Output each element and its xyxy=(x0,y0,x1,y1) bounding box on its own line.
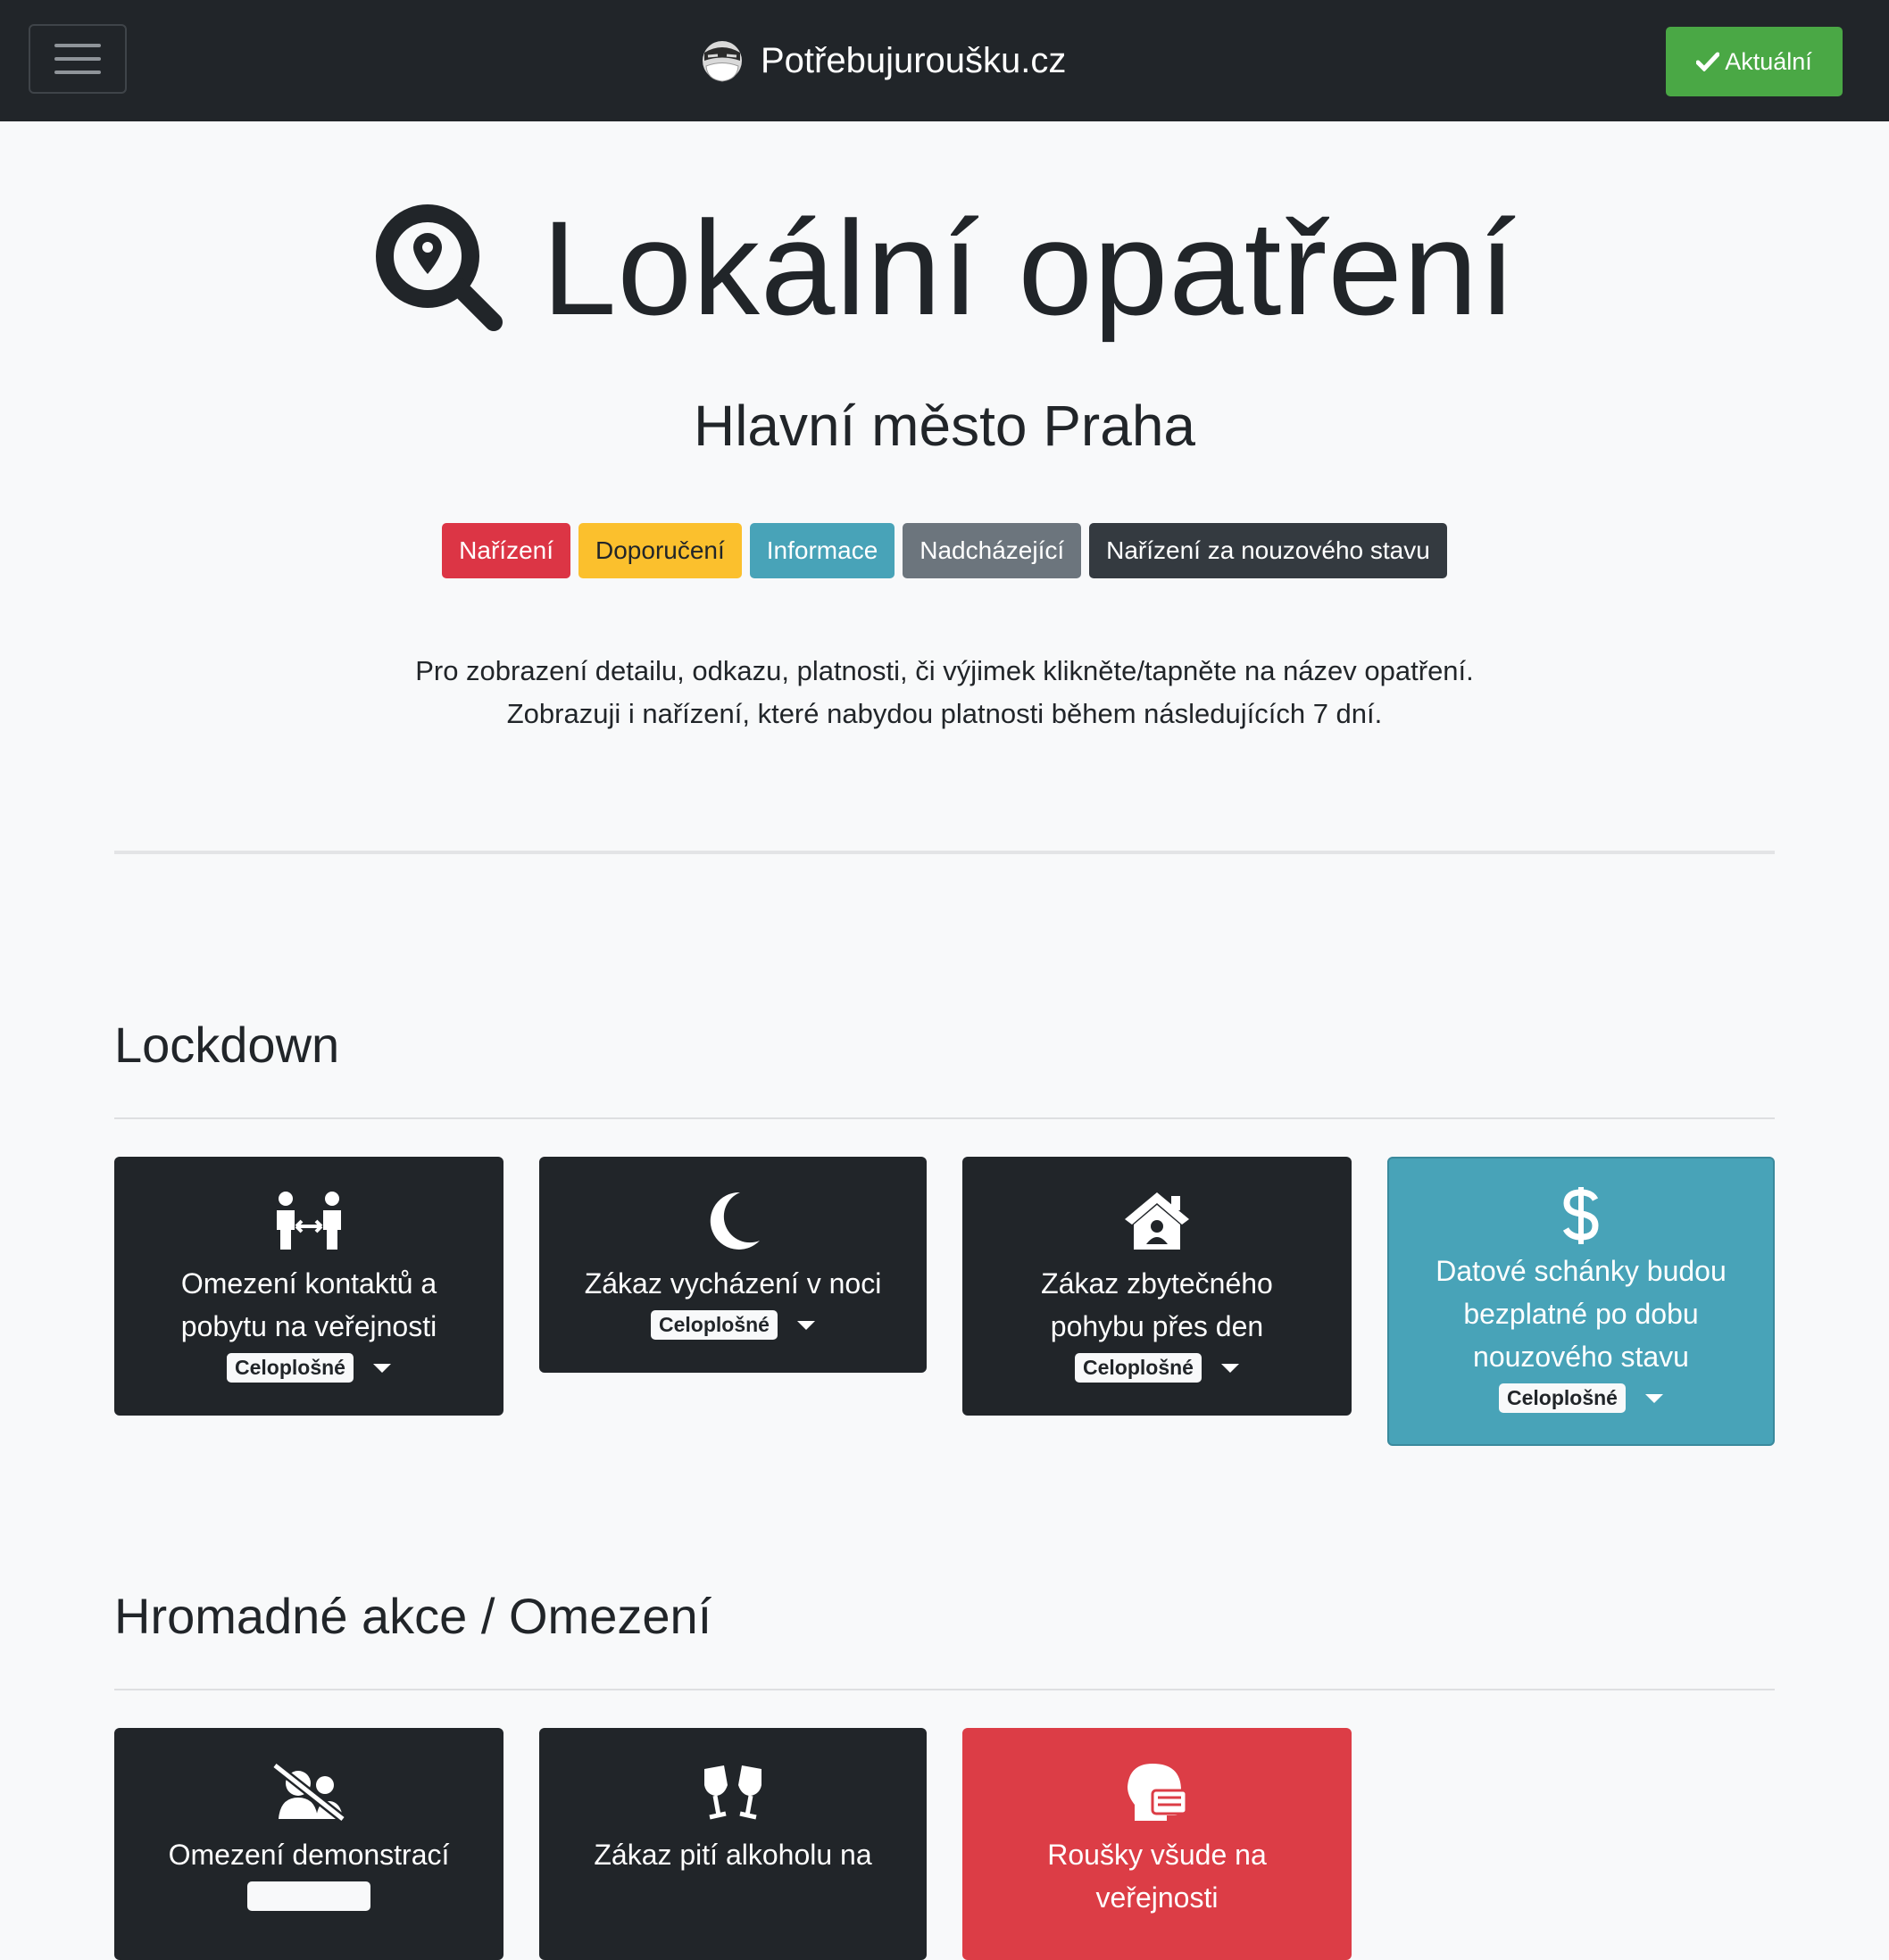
page-title-text: Lokální opatření xyxy=(542,192,1517,343)
people-distance-icon xyxy=(277,1192,341,1250)
scope-badge: Celoplošné xyxy=(651,1310,778,1340)
current-button[interactable]: Aktuální xyxy=(1666,27,1843,96)
legend-badge: Doporučení xyxy=(578,523,742,578)
legend-badge: Informace xyxy=(749,523,895,578)
measure-title: bezplatné po dobu xyxy=(1463,1298,1699,1330)
search-location-icon xyxy=(376,204,503,331)
measure-card[interactable]: Zákaz zbytečného pohybu přes den Celoplo… xyxy=(962,1157,1352,1416)
page-title: Lokální opatření xyxy=(0,187,1889,348)
measure-title: pohybu přes den xyxy=(1050,1310,1264,1342)
chevron-down-icon[interactable] xyxy=(1220,1363,1239,1373)
region-name: Hlavní město Praha xyxy=(693,394,1196,458)
top-navbar: Potřebujuroušku.cz Aktuální xyxy=(0,0,1889,121)
divider xyxy=(114,1689,1775,1690)
head-mask-icon xyxy=(1128,1764,1188,1821)
intro-text: Pro zobrazení detailu, odkazu, platnosti… xyxy=(0,650,1889,735)
measure-card[interactable]: Datové schánky budou bezplatné po dobu n… xyxy=(1387,1157,1775,1446)
measure-card[interactable]: Roušky všude na veřejnosti xyxy=(962,1728,1352,1960)
measure-title: Zákaz zbytečného xyxy=(1041,1267,1273,1300)
divider xyxy=(114,1117,1775,1119)
moon-icon xyxy=(710,1192,760,1250)
measure-title: Datové schánky budou xyxy=(1435,1255,1727,1287)
measure-card[interactable]: Zákaz pití alkoholu na xyxy=(539,1728,927,1960)
intro-line-1: Pro zobrazení detailu, odkazu, platnosti… xyxy=(415,655,1474,686)
brand-link[interactable]: Potřebujuroušku.cz xyxy=(702,34,1066,87)
dollar-icon xyxy=(1562,1187,1599,1244)
measure-card[interactable]: Omezení kontaktů a pobytu na veřejnosti … xyxy=(114,1157,503,1416)
menu-toggle-button[interactable] xyxy=(29,24,127,94)
section-title-lockdown: Lockdown xyxy=(114,1017,340,1073)
divider xyxy=(114,851,1775,854)
check-icon xyxy=(1696,52,1720,71)
hamburger-icon xyxy=(54,44,101,47)
users-slash-icon xyxy=(271,1762,346,1823)
scope-badge: Celoplošné xyxy=(1075,1353,1202,1383)
scope-badge: Celoplošné xyxy=(227,1353,354,1383)
chevron-down-icon[interactable] xyxy=(372,1363,391,1373)
masked-face-logo-icon xyxy=(703,41,742,82)
legend-badge: Nadcházející xyxy=(903,523,1082,578)
measure-card[interactable]: Zákaz vycházení v noci Celoplošné xyxy=(539,1157,927,1373)
chevron-down-icon[interactable] xyxy=(1644,1393,1663,1403)
brand-name: Potřebujuroušku.cz xyxy=(761,40,1067,80)
intro-line-2: Zobrazuji i nařízení, které nabydou plat… xyxy=(506,698,1383,729)
measure-title: nouzového stavu xyxy=(1473,1341,1689,1373)
legend-badge: Nařízení za nouzového stavu xyxy=(1089,523,1447,578)
section-title-mass-events: Hromadné akce / Omezení xyxy=(114,1588,712,1644)
chevron-down-icon[interactable] xyxy=(796,1320,815,1330)
legend: Nařízení Doporučení Informace Nadcházející N… xyxy=(0,523,1889,578)
scope-badge xyxy=(247,1881,370,1911)
measure-title: Zákaz vycházení v noci xyxy=(584,1267,882,1300)
measure-title: Omezení demonstrací xyxy=(168,1839,450,1871)
measure-title: Roušky všude na xyxy=(1047,1839,1267,1871)
measure-title: veřejnosti xyxy=(1095,1881,1219,1914)
scope-badge: Celoplošné xyxy=(1499,1383,1626,1413)
house-user-icon xyxy=(1125,1192,1189,1250)
current-button-label: Aktuální xyxy=(1725,47,1812,75)
legend-badge: Nařízení xyxy=(442,523,570,578)
measure-title: Omezení kontaktů a xyxy=(180,1267,437,1300)
measure-title: pobytu na veřejnosti xyxy=(180,1310,437,1342)
glass-cheers-icon xyxy=(704,1765,761,1820)
measure-title: Zákaz pití alkoholu na xyxy=(594,1839,872,1871)
measure-card[interactable]: Omezení demonstrací xyxy=(114,1728,503,1960)
